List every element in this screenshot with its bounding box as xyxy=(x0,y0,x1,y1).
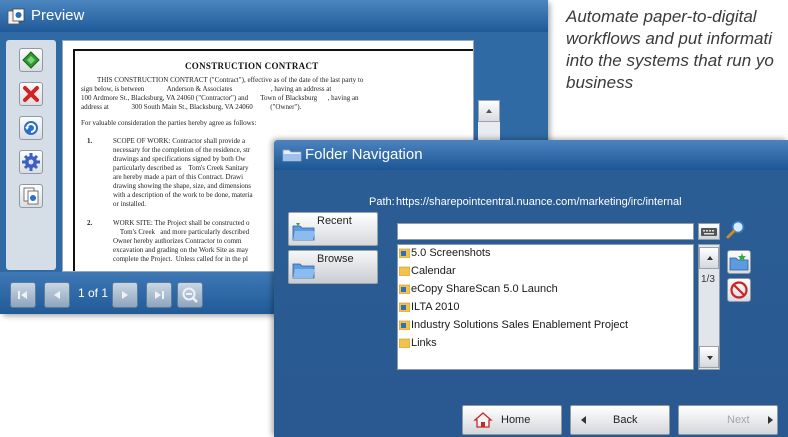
sharepoint-folder-icon xyxy=(399,248,410,258)
folder-navigation-title: Folder Navigation xyxy=(305,146,423,163)
recent-button[interactable]: Recent xyxy=(288,212,378,246)
pages-button[interactable] xyxy=(19,184,43,208)
document-line: THIS CONSTRUCTION CONTRACT ("Contract"),… xyxy=(97,76,364,84)
red-x-icon xyxy=(23,86,39,102)
list-item[interactable]: 5.0 Screenshots xyxy=(399,247,491,263)
pages-icon xyxy=(23,187,39,205)
search-icon[interactable] xyxy=(725,219,747,241)
document-heading: CONSTRUCTION CONTRACT xyxy=(185,61,319,71)
sharepoint-folder-icon xyxy=(399,284,410,294)
path-value: https://sharepointcentral.nuance.com/mar… xyxy=(396,196,682,208)
list-item[interactable]: ILTA 2010 xyxy=(399,301,460,317)
previous-page-icon xyxy=(54,291,60,299)
home-button[interactable]: Home xyxy=(462,405,562,435)
list-item[interactable]: Calendar xyxy=(399,265,456,281)
new-folder-button[interactable] xyxy=(727,250,751,274)
scroll-up-button[interactable] xyxy=(699,247,719,269)
search-input[interactable] xyxy=(397,223,694,240)
rotate-button[interactable] xyxy=(19,116,43,140)
page-indicator: 1 of 1 xyxy=(78,286,109,300)
preview-app-icon xyxy=(7,8,25,25)
document-line: address at 300 South Main St., Blacksbur… xyxy=(81,103,302,111)
zoom-out-button[interactable] xyxy=(177,282,203,308)
folder-recent-icon xyxy=(292,223,315,241)
first-page-icon xyxy=(18,291,27,299)
page-count: 1/3 xyxy=(701,274,715,285)
browse-label: Browse xyxy=(317,253,354,265)
rotate-icon xyxy=(24,121,38,135)
next-page-icon xyxy=(122,291,128,299)
settings-button[interactable] xyxy=(19,150,43,174)
next-button[interactable]: Next xyxy=(678,405,778,435)
folder-navigation-titlebar: Folder Navigation xyxy=(274,140,788,170)
list-item[interactable]: eCopy ShareScan 5.0 Launch xyxy=(399,283,558,299)
last-page-button[interactable] xyxy=(146,282,172,308)
folder-list: 5.0 Screenshots Calendar eCopy ShareScan… xyxy=(397,244,694,370)
chevron-up-icon xyxy=(707,256,713,260)
previous-page-button[interactable] xyxy=(44,282,70,308)
list-item[interactable]: Links xyxy=(399,337,437,353)
folder-list-scrollbar[interactable]: 1/3 xyxy=(698,244,720,370)
preview-side-toolbar xyxy=(6,40,56,270)
scroll-down-button[interactable] xyxy=(699,346,719,368)
zoom-out-icon xyxy=(182,287,198,303)
green-diamond-icon xyxy=(22,51,40,69)
sharepoint-folder-icon xyxy=(399,302,410,312)
last-page-icon xyxy=(155,291,164,299)
document-line: For valuable consideration the parties h… xyxy=(81,119,257,127)
folder-icon xyxy=(399,338,410,348)
list-item[interactable]: Industry Solutions Sales Enablement Proj… xyxy=(399,319,628,335)
home-label: Home xyxy=(501,414,531,426)
marketing-tagline: Automate paper-to-digital workflows and … xyxy=(566,7,774,92)
recent-label: Recent xyxy=(317,215,352,227)
gear-icon xyxy=(22,153,40,171)
chevron-down-icon xyxy=(707,356,713,360)
preview-title: Preview xyxy=(31,7,85,24)
back-arrow-icon xyxy=(581,416,586,424)
document-line: sign below, is between Anderson & Associ… xyxy=(81,85,332,93)
back-button[interactable]: Back xyxy=(570,405,670,435)
folder-navigation-window: Folder Navigation Path: https://sharepoi… xyxy=(274,140,788,437)
browse-button[interactable]: Browse xyxy=(288,250,378,284)
document-item-number: 1. xyxy=(87,137,93,145)
preview-titlebar: Preview xyxy=(0,0,548,32)
back-label: Back xyxy=(613,414,638,426)
keyboard-button[interactable] xyxy=(698,223,720,240)
document-line: 100 Ardmore St., Blacksburg, VA 24060 ("… xyxy=(81,94,359,102)
document-item-text: SCOPE OF WORK: Contractor shall provide … xyxy=(113,137,253,208)
delete-button[interactable] xyxy=(19,82,43,106)
folder-icon xyxy=(399,266,410,276)
folder-name: ILTA 2010 xyxy=(411,301,460,313)
first-page-button[interactable] xyxy=(10,282,36,308)
folder-icon xyxy=(282,149,302,162)
folder-browse-icon xyxy=(292,263,315,279)
folder-name: eCopy ShareScan 5.0 Launch xyxy=(411,283,558,295)
next-label: Next xyxy=(727,414,750,426)
next-page-button[interactable] xyxy=(112,282,138,308)
scroll-up-button[interactable] xyxy=(478,100,500,122)
folder-name: Calendar xyxy=(411,265,456,277)
path-label: Path: xyxy=(369,196,395,208)
prohibited-icon xyxy=(730,281,748,299)
accept-button[interactable] xyxy=(19,48,43,72)
chevron-up-icon xyxy=(486,109,492,113)
keyboard-icon xyxy=(701,228,717,236)
next-arrow-icon xyxy=(768,416,773,424)
sharepoint-folder-icon xyxy=(399,320,410,330)
folder-name: Links xyxy=(411,337,437,349)
folder-name: 5.0 Screenshots xyxy=(411,247,491,259)
cancel-button[interactable] xyxy=(727,278,751,302)
folder-name: Industry Solutions Sales Enablement Proj… xyxy=(411,319,629,331)
document-item-number: 2. xyxy=(87,219,93,227)
new-folder-icon xyxy=(729,253,749,271)
document-item-text: WORK SITE: The Project shall be construc… xyxy=(113,219,250,263)
home-icon xyxy=(473,412,493,428)
